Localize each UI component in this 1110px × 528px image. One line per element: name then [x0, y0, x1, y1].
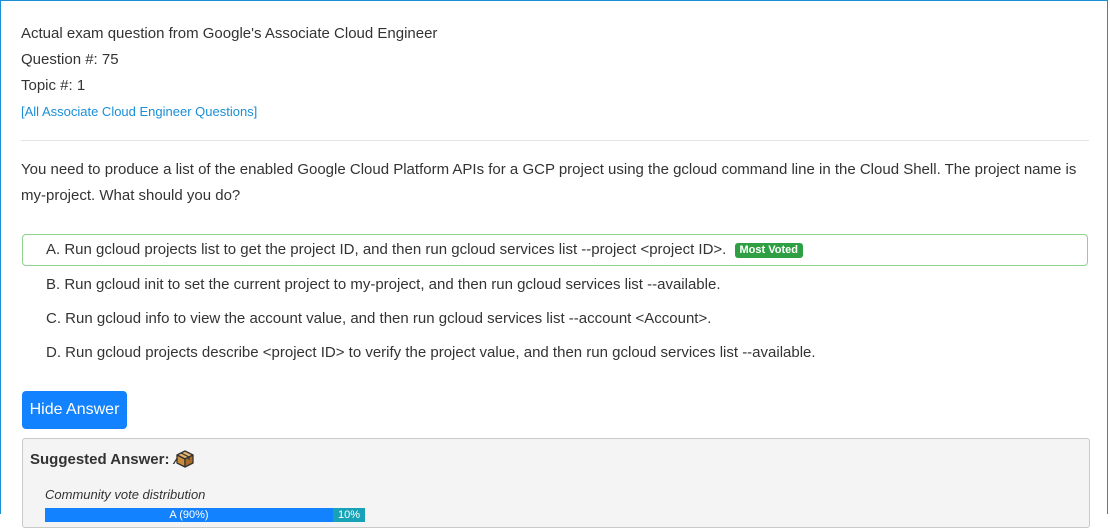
- choice-b[interactable]: B. Run gcloud init to set the current pr…: [22, 269, 1088, 301]
- topic-number: Topic #: 1: [21, 77, 86, 94]
- question-number: Question #: 75: [21, 51, 119, 68]
- vote-segment-other: 10%: [333, 508, 365, 522]
- all-questions-link[interactable]: [All Associate Cloud Engineer Questions]: [21, 99, 257, 125]
- question-header: Actual exam question from Google's Assoc…: [21, 21, 437, 125]
- vote-distribution-label: Community vote distribution: [45, 487, 206, 502]
- most-voted-badge: Most Voted: [734, 243, 803, 258]
- choice-c[interactable]: C. Run gcloud info to view the account v…: [22, 303, 1088, 335]
- suggested-answer-panel: Suggested Answer:A Community vote distri…: [22, 438, 1090, 528]
- suggested-answer: Suggested Answer:A: [30, 451, 183, 468]
- exam-title: Actual exam question from Google's Assoc…: [21, 25, 438, 42]
- suggested-answer-label: Suggested Answer:: [30, 451, 170, 468]
- vote-distribution-bar: A (90%) 10%: [45, 508, 365, 522]
- choice-b-text: B. Run gcloud init to set the current pr…: [46, 276, 721, 293]
- question-text: You need to produce a list of the enable…: [21, 161, 1077, 204]
- divider: [21, 140, 1089, 141]
- box-icon[interactable]: [175, 449, 195, 469]
- vote-segment-a: A (90%): [45, 508, 333, 522]
- choice-d[interactable]: D. Run gcloud projects describe <project…: [22, 337, 1088, 369]
- question-card: Actual exam question from Google's Assoc…: [0, 0, 1108, 528]
- choice-c-text: C. Run gcloud info to view the account v…: [46, 310, 712, 327]
- choice-d-text: D. Run gcloud projects describe <project…: [46, 344, 816, 361]
- choice-a-text: A. Run gcloud projects list to get the p…: [46, 241, 727, 258]
- hide-answer-button[interactable]: Hide Answer: [22, 391, 127, 429]
- choice-a[interactable]: A. Run gcloud projects list to get the p…: [22, 234, 1088, 266]
